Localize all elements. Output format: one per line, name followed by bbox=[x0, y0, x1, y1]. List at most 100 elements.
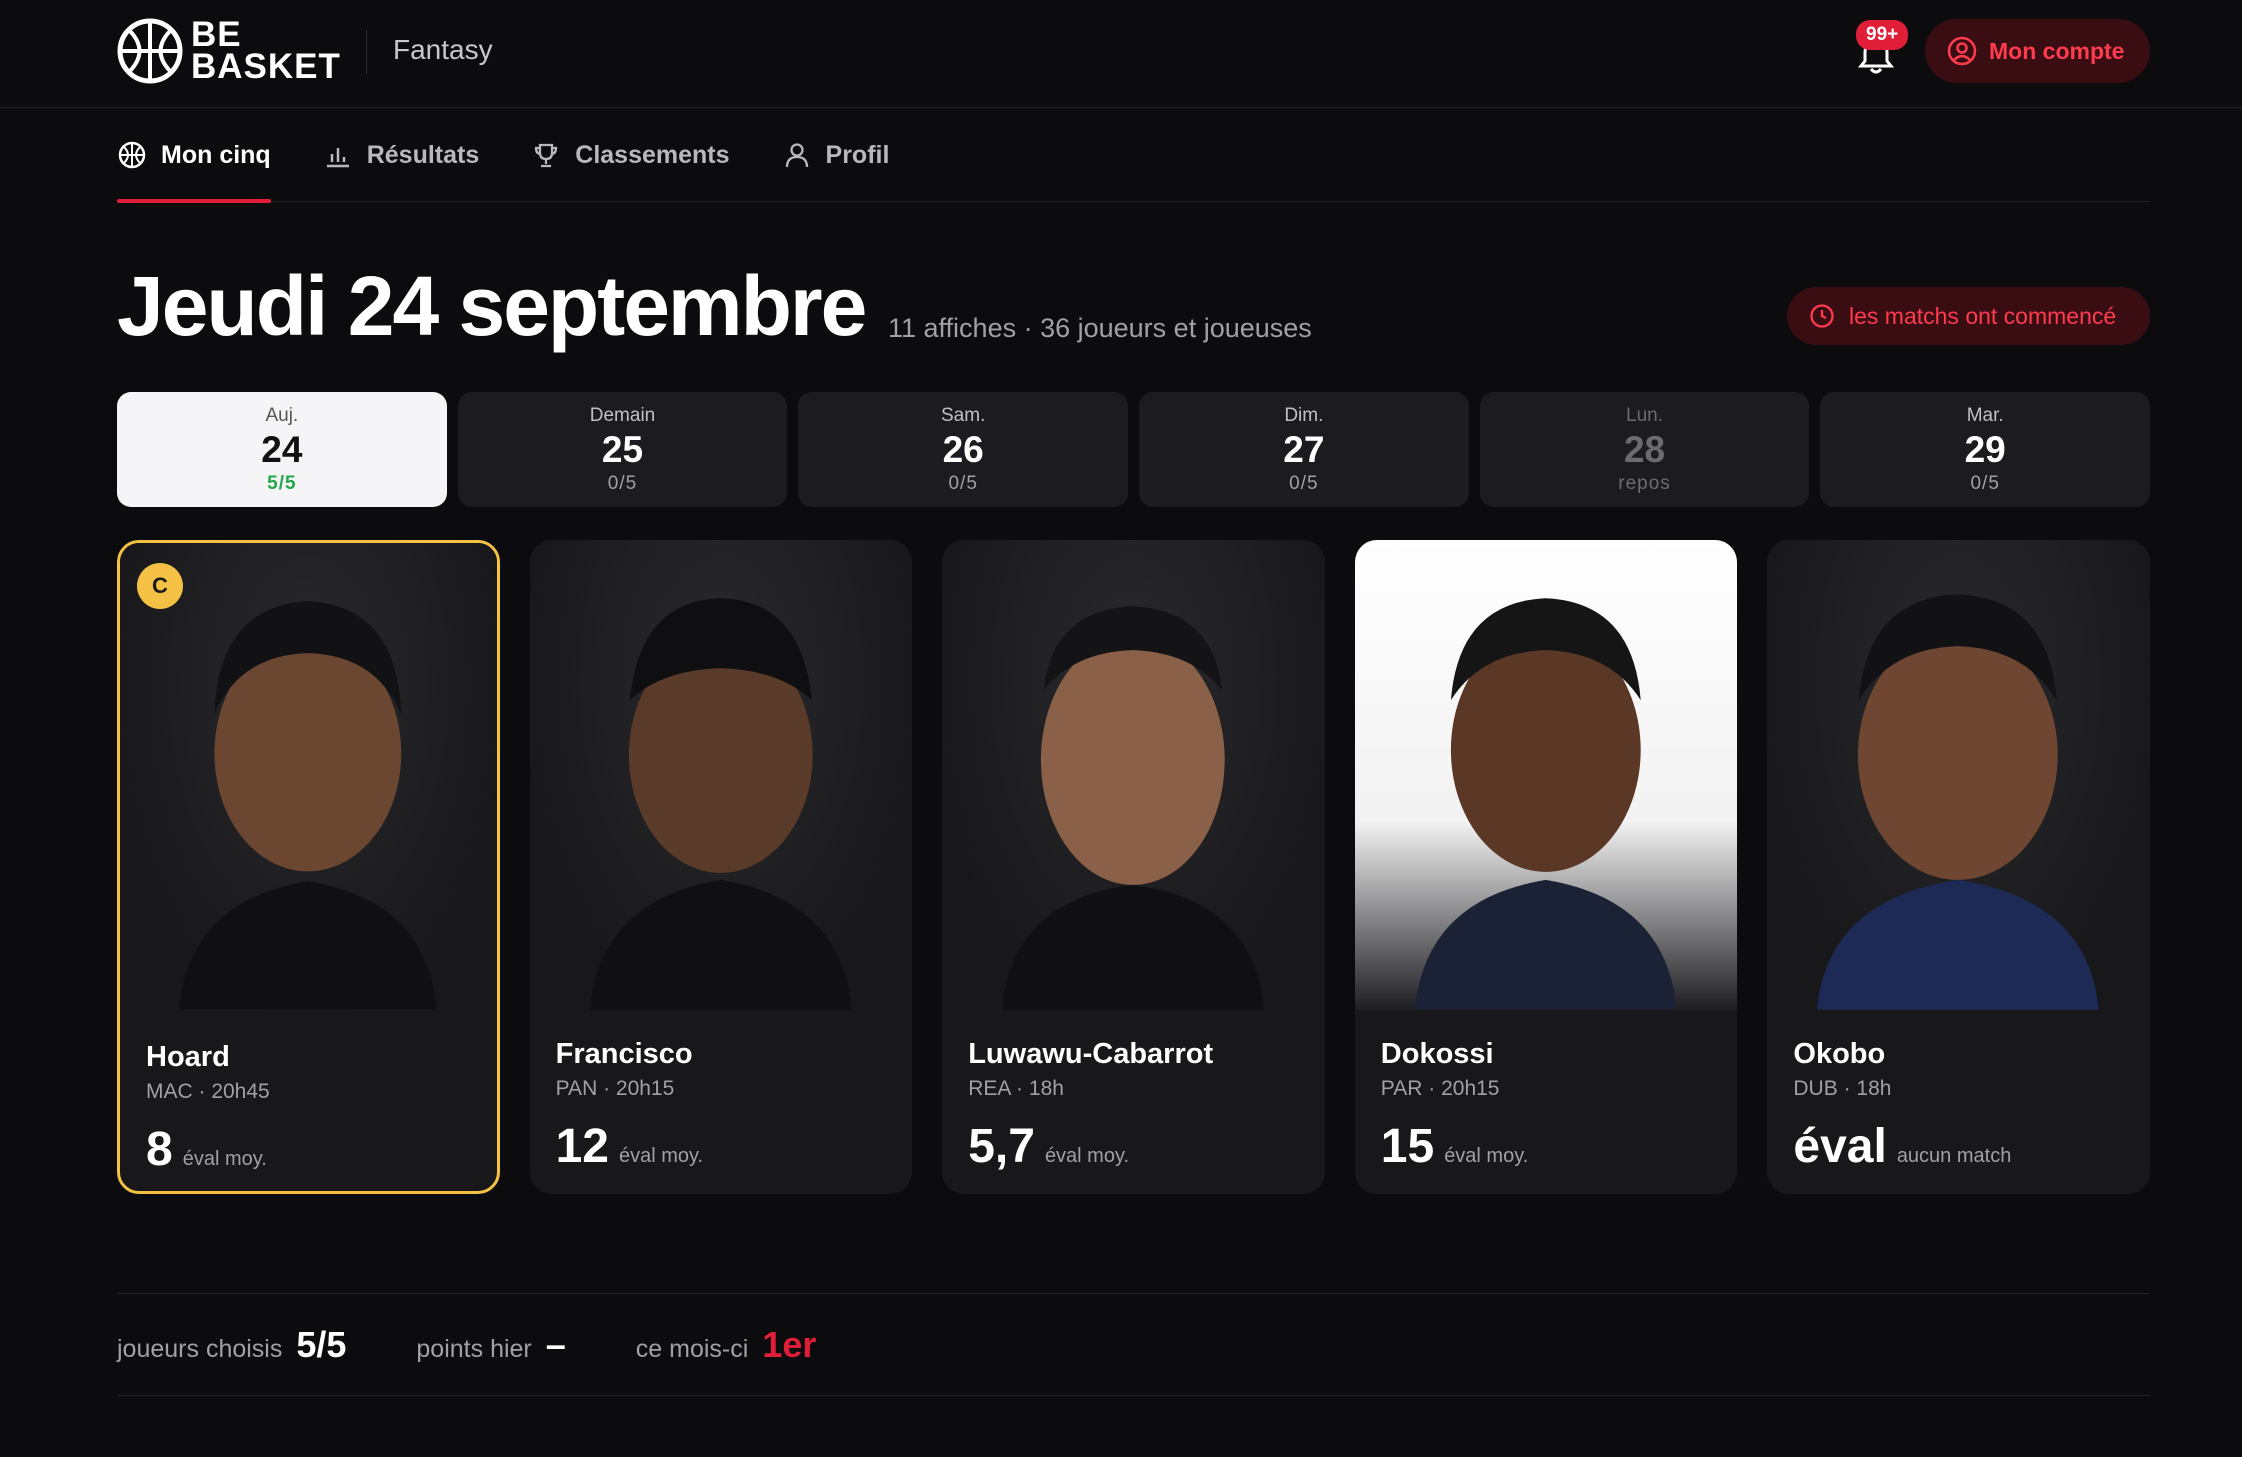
account-button[interactable]: Mon compte bbox=[1925, 19, 2150, 83]
player-score: 5,7 éval moy. bbox=[968, 1119, 1213, 1174]
day-selector: Auj. 24 5/5 Demain 25 0/5 Sam. 26 0/5 Di… bbox=[117, 392, 2151, 507]
day-number: 28 bbox=[1623, 428, 1666, 470]
day-tab-24[interactable]: Auj. 24 5/5 bbox=[117, 392, 447, 507]
player-name: Francisco bbox=[555, 1038, 693, 1070]
player-info: Hoard MAC · 20h45 8 éval moy. bbox=[146, 1041, 270, 1177]
day-tab-25[interactable]: Demain 25 0/5 bbox=[457, 392, 788, 507]
tab-label: Profil bbox=[825, 140, 890, 169]
day-count: 5/5 bbox=[267, 472, 297, 494]
tab-label: Résultats bbox=[366, 140, 480, 169]
tab-resultats[interactable]: Résultats bbox=[323, 108, 480, 202]
player-match: MAC · 20h45 bbox=[146, 1080, 270, 1103]
stat-chosen: joueurs choisis 5/5 bbox=[117, 1324, 346, 1366]
status-text: les matchs ont commencé bbox=[1849, 302, 2117, 329]
day-number: 24 bbox=[261, 428, 303, 470]
stat-label: joueurs choisis bbox=[117, 1334, 283, 1363]
player-silhouette bbox=[178, 601, 437, 1010]
tab-profil[interactable]: Profil bbox=[782, 108, 890, 202]
basketball-logo-icon bbox=[117, 18, 183, 84]
player-info: Francisco PAN · 20h15 12 éval moy. bbox=[556, 1038, 704, 1174]
player-score: 15 éval moy. bbox=[1381, 1119, 1529, 1174]
score-value: 8 bbox=[146, 1123, 173, 1176]
player-match: REA · 18h bbox=[968, 1077, 1064, 1100]
player-match: PAR · 20h15 bbox=[1380, 1077, 1500, 1100]
score-label: éval moy. bbox=[619, 1145, 704, 1167]
stat-yesterday: points hier – bbox=[416, 1324, 565, 1366]
player-info: Dokossi PAR · 20h15 15 éval moy. bbox=[1381, 1038, 1529, 1174]
player-silhouette bbox=[1002, 606, 1264, 1010]
player-name: Luwawu-Cabarrot bbox=[968, 1038, 1214, 1070]
day-tab-29[interactable]: Mar. 29 0/5 bbox=[1820, 392, 2151, 507]
player-card-luwawu-cabarrot[interactable]: Luwawu-Cabarrot REA · 18h 5,7 éval moy. bbox=[942, 540, 1325, 1194]
day-number: 25 bbox=[601, 428, 644, 470]
tab-classements[interactable]: Classements bbox=[531, 108, 730, 202]
player-silhouette bbox=[1414, 598, 1677, 1010]
player-photo bbox=[120, 543, 497, 1013]
player-card-hoard[interactable]: C Hoard MAC · 20h45 8 éval moy. bbox=[117, 540, 500, 1194]
day-tab-26[interactable]: Sam. 26 0/5 bbox=[798, 392, 1129, 507]
day-name: Sam. bbox=[941, 404, 986, 426]
player-silhouette bbox=[589, 598, 852, 1010]
user-icon bbox=[785, 143, 808, 168]
player-card-francisco[interactable]: Francisco PAN · 20h15 12 éval moy. bbox=[529, 540, 913, 1194]
player-photo bbox=[942, 540, 1325, 1010]
stat-month: ce mois-ci 1er bbox=[636, 1324, 817, 1366]
brand-wordmark: BE BASKET bbox=[191, 17, 341, 84]
player-score: 8 éval moy. bbox=[146, 1122, 270, 1177]
day-name: Dim. bbox=[1284, 404, 1324, 426]
day-name: Demain bbox=[589, 404, 656, 426]
notification-badge: 99+ bbox=[1856, 20, 1909, 50]
clock-icon bbox=[1810, 304, 1834, 328]
brand-logo[interactable]: BE BASKET bbox=[117, 17, 341, 84]
day-count: 0/5 bbox=[948, 472, 978, 494]
player-info: Okobo DUB · 18h éval aucun match bbox=[1793, 1038, 2011, 1174]
trophy-icon bbox=[535, 143, 558, 168]
day-name: Lun. bbox=[1626, 404, 1664, 426]
player-match: DUB · 18h bbox=[1793, 1077, 1892, 1100]
day-tab-28[interactable]: Lun. 28 repos bbox=[1479, 392, 1810, 507]
day-number: 27 bbox=[1283, 428, 1325, 470]
score-value: éval bbox=[1793, 1120, 1887, 1173]
day-count: 0/5 bbox=[607, 472, 638, 494]
player-name: Dokossi bbox=[1380, 1038, 1494, 1070]
score-label: éval moy. bbox=[1044, 1145, 1130, 1167]
player-card-okobo[interactable]: Okobo DUB · 18h éval aucun match bbox=[1767, 540, 2150, 1194]
page-subtitle: 11 affiches · 36 joueurs et joueuses bbox=[888, 313, 1312, 343]
score-label: éval moy. bbox=[182, 1148, 267, 1170]
product-name: Fantasy bbox=[393, 34, 493, 65]
player-photo bbox=[1354, 540, 1738, 1010]
stat-label: ce mois-ci bbox=[635, 1334, 749, 1363]
score-value: 12 bbox=[555, 1120, 609, 1173]
player-name: Hoard bbox=[146, 1041, 230, 1073]
score-label: aucun match bbox=[1896, 1145, 2012, 1167]
tab-mon-cinq[interactable]: Mon cinq bbox=[117, 108, 271, 203]
stat-label: points hier bbox=[416, 1334, 532, 1363]
day-count: repos bbox=[1618, 472, 1671, 494]
day-count: 0/5 bbox=[1970, 472, 2000, 494]
tab-label: Mon cinq bbox=[161, 140, 271, 169]
day-name: Mar. bbox=[1966, 404, 2004, 426]
player-card-dokossi[interactable]: Dokossi PAR · 20h15 15 éval moy. bbox=[1354, 540, 1738, 1194]
player-score: éval aucun match bbox=[1793, 1119, 2011, 1174]
player-cards: C Hoard MAC · 20h45 8 éval moy. Francisc… bbox=[117, 540, 2150, 1194]
day-count: 0/5 bbox=[1289, 472, 1319, 494]
player-info: Luwawu-Cabarrot REA · 18h 5,7 éval moy. bbox=[968, 1038, 1213, 1174]
score-label: éval moy. bbox=[1444, 1145, 1529, 1167]
basketball-icon bbox=[118, 141, 146, 169]
player-name: Okobo bbox=[1793, 1038, 1886, 1070]
brand-divider bbox=[366, 30, 367, 74]
page-title: Jeudi 24 septembre bbox=[117, 259, 867, 353]
score-value: 5,7 bbox=[968, 1120, 1035, 1173]
stat-value: 5/5 bbox=[296, 1323, 347, 1365]
player-match: PAN · 20h15 bbox=[555, 1077, 675, 1100]
player-silhouette bbox=[1817, 594, 2100, 1010]
bar-chart-icon bbox=[326, 148, 349, 168]
status-badge: les matchs ont commencé bbox=[1787, 287, 2150, 345]
day-tab-27[interactable]: Dim. 27 0/5 bbox=[1139, 392, 1469, 507]
stat-value: 1er bbox=[762, 1323, 817, 1365]
day-number: 29 bbox=[1964, 428, 2006, 470]
summary-stats: joueurs choisis 5/5 points hier – ce moi… bbox=[117, 1293, 2150, 1396]
player-score: 12 éval moy. bbox=[556, 1119, 704, 1174]
tab-label: Classements bbox=[575, 140, 730, 169]
stat-value: – bbox=[545, 1323, 566, 1365]
